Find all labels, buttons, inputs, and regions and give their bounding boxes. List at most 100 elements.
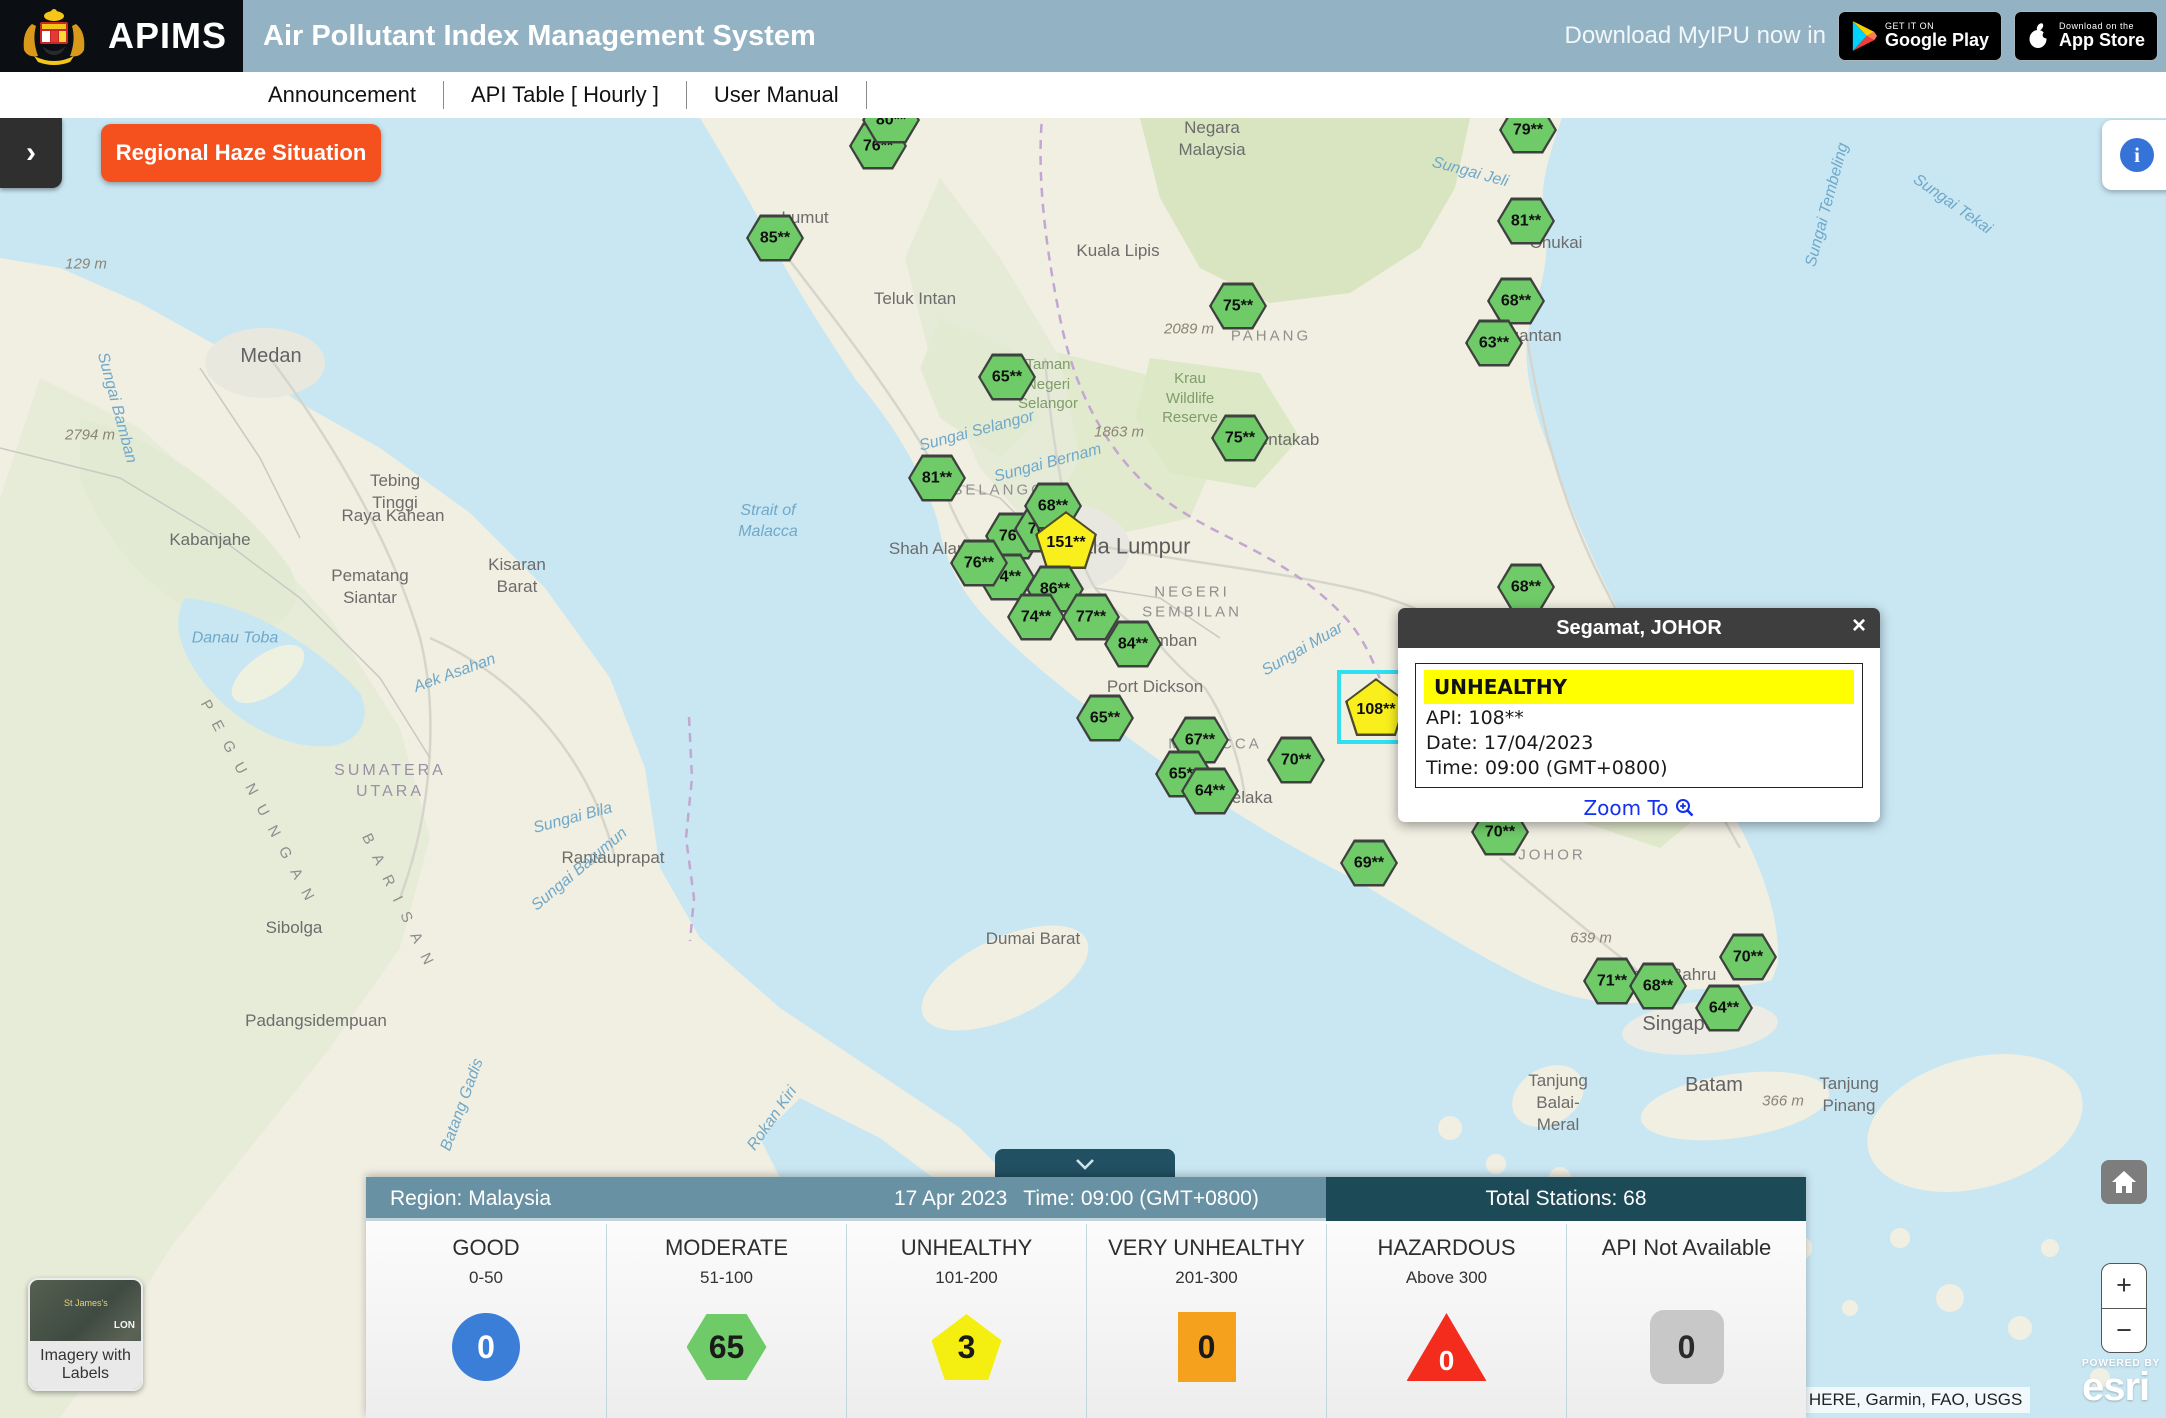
- basemap-toggle[interactable]: St James's LON Imagery with Labels: [28, 1278, 143, 1391]
- marker-value: 108**: [1356, 701, 1395, 719]
- api-marker[interactable]: 64**: [1181, 768, 1239, 815]
- legend-category-hazardous: HAZARDOUSAbove 3000Station(s): [1326, 1224, 1566, 1418]
- api-marker[interactable]: 80**: [862, 118, 920, 144]
- sidebar-expand-tab[interactable]: ›: [0, 118, 62, 188]
- map-attribution: ri, HERE, Garmin, FAO, USGS: [1782, 1387, 2030, 1413]
- regional-haze-button[interactable]: Regional Haze Situation: [101, 124, 381, 182]
- marker-value: 151**: [1046, 534, 1085, 552]
- api-marker[interactable]: 151**: [1035, 511, 1097, 569]
- legend-category-unhealthy: UNHEALTHY101-2003Station(s): [846, 1224, 1086, 1418]
- marker-value: 80**: [876, 118, 906, 129]
- marker-value: 68**: [1643, 977, 1673, 995]
- api-marker[interactable]: 75**: [1209, 283, 1267, 330]
- category-shape-wrap: 0: [366, 1306, 606, 1388]
- api-marker[interactable]: 74**: [1007, 594, 1065, 641]
- app-store-name: App Store: [2059, 31, 2145, 50]
- download-label: Download MyIPU now in: [1565, 22, 1826, 50]
- category-shape-wrap: 0: [1087, 1306, 1326, 1388]
- popup-content-box: UNHEALTHY API: 108** Date: 17/04/2023 Ti…: [1415, 663, 1863, 788]
- api-marker[interactable]: 65**: [978, 354, 1036, 401]
- api-marker[interactable]: 84**: [1104, 621, 1162, 668]
- category-count: 65: [709, 1329, 745, 1366]
- category-range: 0-50: [366, 1268, 606, 1288]
- marker-value: 65**: [1090, 709, 1120, 727]
- legend-collapse-tab[interactable]: [995, 1149, 1175, 1178]
- google-play-badge[interactable]: GET IT ON Google Play: [1838, 11, 2002, 61]
- api-marker[interactable]: 76**: [950, 540, 1008, 587]
- marker-value: 65**: [992, 368, 1022, 386]
- marker-value: 81**: [922, 469, 952, 487]
- popup-header: Segamat, JOHOR ×: [1398, 608, 1880, 648]
- nav-item-announcement[interactable]: Announcement: [268, 82, 443, 108]
- category-count: 0: [1198, 1329, 1216, 1366]
- nav-divider: [866, 81, 867, 109]
- apple-icon: [2027, 22, 2051, 50]
- zoom-out-button[interactable]: −: [2102, 1309, 2146, 1353]
- category-shape-wrap: 0: [1327, 1306, 1566, 1388]
- marker-value: 70**: [1485, 823, 1515, 841]
- category-count: 0: [477, 1329, 495, 1366]
- chevron-down-icon: [1073, 1158, 1097, 1170]
- marker-value: 67**: [1185, 731, 1215, 749]
- api-marker[interactable]: 68**: [1629, 963, 1687, 1010]
- esri-logo: POWERED BY esri: [2082, 1358, 2160, 1405]
- nav-item-api-table-hourly-[interactable]: API Table [ Hourly ]: [444, 82, 686, 108]
- legend-categories: GOOD0-500Station(s)MODERATE51-10065Stati…: [366, 1224, 1806, 1418]
- legend-category-good: GOOD0-500Station(s): [366, 1224, 606, 1418]
- nav-item-user-manual[interactable]: User Manual: [687, 82, 866, 108]
- marker-value: 68**: [1511, 578, 1541, 596]
- category-shape-wrap: 0: [1567, 1306, 1806, 1388]
- api-marker[interactable]: 85**: [746, 215, 804, 262]
- category-range: 51-100: [607, 1268, 846, 1288]
- esri-wordmark: esri: [2082, 1369, 2160, 1405]
- category-name: VERY UNHEALTHY: [1087, 1235, 1326, 1261]
- marker-value: 81**: [1511, 212, 1541, 230]
- api-marker[interactable]: 68**: [1487, 278, 1545, 325]
- basemap-toggle-label: Imagery with Labels: [30, 1341, 141, 1389]
- marker-value: 69**: [1354, 854, 1384, 872]
- zoom-to-link[interactable]: Zoom To: [1398, 796, 1880, 820]
- page-title: Air Pollutant Index Management System: [263, 0, 816, 72]
- thumb-place-label: St James's: [64, 1298, 108, 1308]
- malaysia-coat-of-arms: [12, 6, 96, 66]
- api-marker[interactable]: 69**: [1340, 840, 1398, 887]
- category-shape-triangle: 0: [1407, 1313, 1487, 1381]
- marker-value: 75**: [1223, 297, 1253, 315]
- legend-datetime: 17 Apr 2023 Time: 09:00 (GMT+0800): [894, 1177, 1259, 1221]
- download-area: Download MyIPU now in GET IT ON Google P…: [1565, 0, 2159, 72]
- legend-category-very-unhealthy: VERY UNHEALTHY201-3000Station(s): [1086, 1224, 1326, 1418]
- category-name: UNHEALTHY: [847, 1235, 1086, 1261]
- legend-time: Time: 09:00 (GMT+0800): [1023, 1187, 1259, 1211]
- api-marker[interactable]: 70**: [1267, 737, 1325, 784]
- marker-value: 64**: [1195, 782, 1225, 800]
- api-marker[interactable]: 63**: [1465, 320, 1523, 367]
- popup-time: Time: 09:00 (GMT+0800): [1424, 757, 1854, 779]
- popup-title: Segamat, JOHOR: [1556, 617, 1722, 640]
- zoom-in-button[interactable]: +: [2102, 1264, 2146, 1309]
- app-store-badge[interactable]: Download on the App Store: [2014, 11, 2158, 61]
- api-marker[interactable]: 75**: [1211, 415, 1269, 462]
- api-marker[interactable]: 70**: [1719, 934, 1777, 981]
- api-marker[interactable]: 68**: [1497, 564, 1555, 611]
- category-shape-square: 0: [1178, 1312, 1236, 1382]
- category-shape-hexagon: 65: [687, 1314, 767, 1380]
- status-badge: UNHEALTHY: [1424, 670, 1854, 704]
- info-icon[interactable]: i: [2120, 138, 2154, 172]
- logo-block: APIMS: [0, 0, 243, 72]
- api-marker[interactable]: 81**: [908, 455, 966, 502]
- close-icon[interactable]: ×: [1852, 612, 1866, 641]
- api-marker[interactable]: 81**: [1497, 198, 1555, 245]
- marker-value: 75**: [1225, 429, 1255, 447]
- marker-value: 71**: [1597, 972, 1627, 990]
- zoom-to-label: Zoom To: [1583, 796, 1668, 820]
- api-marker[interactable]: 65**: [1076, 695, 1134, 742]
- info-panel: i: [2102, 120, 2166, 190]
- apims-app: MedanTebing TinggiRaya KaheanKabanjahePe…: [0, 0, 2166, 1418]
- marker-value: 70**: [1281, 751, 1311, 769]
- category-name: GOOD: [366, 1235, 606, 1261]
- api-marker[interactable]: 64**: [1695, 985, 1753, 1032]
- marker-value: 63**: [1479, 334, 1509, 352]
- home-button[interactable]: [2101, 1160, 2147, 1204]
- category-name: HAZARDOUS: [1327, 1235, 1566, 1261]
- api-marker[interactable]: 79**: [1499, 118, 1557, 154]
